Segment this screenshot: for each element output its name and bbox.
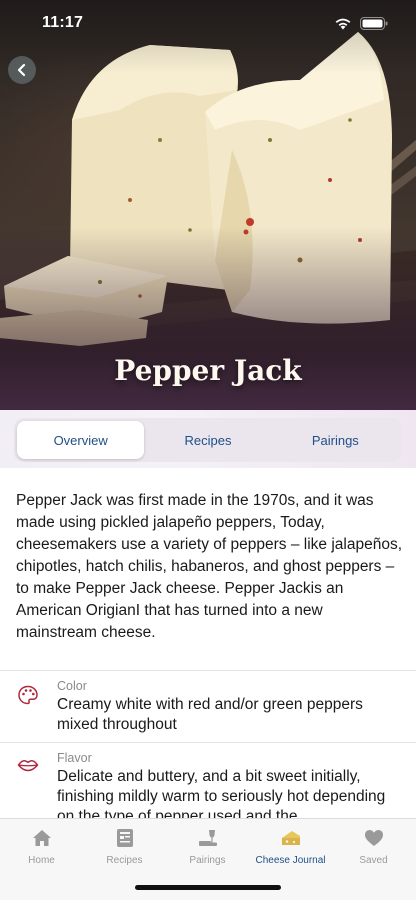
tab-label: Recipes xyxy=(106,855,143,866)
attribute-value: Creamy white with red and/or green peppe… xyxy=(57,696,363,733)
tab-cheese-journal[interactable]: Cheese Journal xyxy=(249,827,332,866)
wifi-icon xyxy=(335,18,351,29)
cheese-journal-icon xyxy=(281,831,300,845)
palette-icon xyxy=(18,685,38,705)
tab-label: Home xyxy=(28,855,55,866)
tab-saved[interactable]: Saved xyxy=(332,827,415,866)
tab-recipes-nav[interactable]: Recipes xyxy=(83,827,166,866)
tab-recipes[interactable]: Recipes xyxy=(144,421,271,459)
tab-pairings-nav[interactable]: Pairings xyxy=(166,827,249,866)
tab-label: Pairings xyxy=(189,855,226,866)
tab-label: Cheese Journal xyxy=(255,855,326,866)
tab-label: Saved xyxy=(359,855,388,866)
chevron-left-icon xyxy=(17,63,26,77)
tab-home[interactable]: Home xyxy=(0,827,83,866)
segment-bar: Overview Recipes Pairings xyxy=(0,410,416,468)
back-button[interactable] xyxy=(8,56,36,84)
page-title: Pepper Jack xyxy=(114,354,302,387)
cheese-description: Pepper Jack was first made in the 1970s,… xyxy=(16,492,402,641)
home-indicator xyxy=(135,885,281,890)
attribute-label: Flavor xyxy=(57,751,92,765)
pairings-icon xyxy=(198,830,217,846)
segmented-control: Overview Recipes Pairings xyxy=(14,418,402,462)
attribute-value: Delicate and buttery, and a bit sweet in… xyxy=(57,768,386,818)
attribute-color: Color Creamy white with red and/or green… xyxy=(0,670,416,742)
tab-pairings[interactable]: Pairings xyxy=(272,421,399,459)
battery-icon xyxy=(360,16,388,30)
status-icons xyxy=(334,16,388,30)
status-time: 11:17 xyxy=(42,14,84,31)
heart-icon xyxy=(364,830,383,846)
attribute-flavor: Flavor Delicate and buttery, and a bit s… xyxy=(0,742,416,818)
home-icon xyxy=(32,830,51,846)
lips-icon xyxy=(17,759,39,772)
attribute-label: Color xyxy=(57,679,87,693)
status-bar: 11:17 xyxy=(0,0,416,46)
recipes-icon xyxy=(116,829,133,847)
hero-image: 11:17 Pepper Jack xyxy=(0,0,416,412)
hero-gradient xyxy=(0,0,416,412)
tab-overview[interactable]: Overview xyxy=(17,421,145,459)
